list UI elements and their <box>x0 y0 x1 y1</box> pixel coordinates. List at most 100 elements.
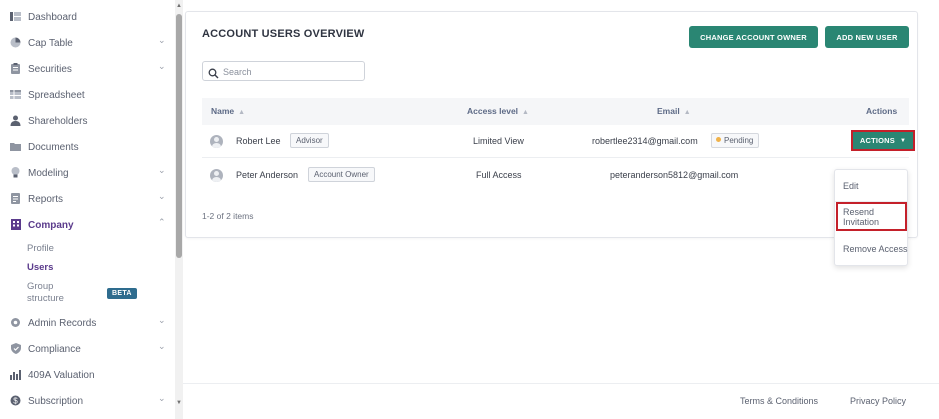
access-level: Limited View <box>473 136 524 146</box>
clipboard-icon <box>10 63 21 74</box>
user-name: Peter Anderson <box>236 170 299 180</box>
sidebar-item-subscription[interactable]: $ Subscription ⌄ <box>0 390 175 412</box>
chart-icon <box>10 369 21 380</box>
sort-icon[interactable]: ▲︎ <box>684 109 691 116</box>
footer-divider <box>183 383 939 384</box>
beta-badge: BETA <box>107 288 137 299</box>
change-account-owner-button[interactable]: CHANGE ACCOUNT OWNER <box>689 26 818 48</box>
sidebar-item-label: Dashboard <box>28 11 77 23</box>
sidebar-subitem-group-structure-line1[interactable]: Group <box>27 281 53 292</box>
column-header-label: Name <box>211 106 235 116</box>
account-users-card: ACCOUNT USERS OVERVIEW CHANGE ACCOUNT OW… <box>185 11 918 266</box>
chevron-down-icon: ⌄ <box>158 341 166 351</box>
sidebar-item-label: Securities <box>28 63 72 75</box>
avatar <box>210 135 223 148</box>
sidebar-item-409a-valuation[interactable]: 409A Valuation <box>0 364 175 386</box>
privacy-link[interactable]: Privacy Policy <box>850 396 906 406</box>
shield-icon <box>10 343 21 354</box>
avatar <box>210 169 223 182</box>
actions-dropdown-menu: Edit Resend Invitation Remove Access <box>834 169 908 266</box>
role-tag: Account Owner <box>308 167 375 182</box>
dashboard-icon <box>10 11 21 22</box>
sidebar-item-company[interactable]: Company ⌃ <box>0 214 175 236</box>
page-title: ACCOUNT USERS OVERVIEW <box>202 28 365 40</box>
sidebar-item-modeling[interactable]: Modeling ⌄ <box>0 162 175 184</box>
sidebar-item-documents[interactable]: Documents <box>0 136 175 158</box>
sidebar-item-shareholders[interactable]: Shareholders <box>0 110 175 132</box>
sort-icon[interactable]: ▲︎ <box>522 109 529 116</box>
chevron-down-icon: ⌄ <box>158 191 166 201</box>
sidebar-subitem-group-structure-line2[interactable]: structure <box>27 293 64 304</box>
building-icon <box>10 219 21 230</box>
sidebar-item-cap-table[interactable]: Cap Table ⌄ <box>0 32 175 54</box>
report-icon <box>10 193 21 204</box>
column-header-access[interactable]: Access level ▲︎ <box>467 106 529 116</box>
search-icon <box>208 66 219 79</box>
sidebar-item-admin-records[interactable]: Admin Records ⌄ <box>0 312 175 334</box>
sidebar-item-label: Compliance <box>28 343 81 355</box>
search-input[interactable] <box>223 64 361 79</box>
sidebar-item-label: 409A Valuation <box>28 369 95 381</box>
gear-icon <box>10 317 21 328</box>
terms-link[interactable]: Terms & Conditions <box>740 396 818 406</box>
pie-chart-icon <box>10 37 21 48</box>
scrollbar-thumb[interactable] <box>176 14 182 258</box>
pending-dot-icon <box>716 137 721 142</box>
table-row: Peter Anderson Account Owner Full Access… <box>202 159 909 192</box>
scroll-down-arrow-icon[interactable]: ▼ <box>175 399 183 407</box>
scroll-up-arrow-icon[interactable]: ▲ <box>175 2 183 10</box>
menu-item-remove-access[interactable]: Remove Access <box>835 234 909 263</box>
sidebar-item-label: Shareholders <box>28 115 88 127</box>
sidebar-item-label: Spreadsheet <box>28 89 85 101</box>
main-content: ACCOUNT USERS OVERVIEW CHANGE ACCOUNT OW… <box>183 0 939 419</box>
person-icon <box>10 115 21 126</box>
table-row: Robert Lee Advisor Limited View robertle… <box>202 125 915 158</box>
user-email: robertlee2314@gmail.com <box>592 136 698 146</box>
sidebar-item-compliance[interactable]: Compliance ⌄ <box>0 338 175 360</box>
sidebar-scrollbar[interactable]: ▲ ▼ <box>175 0 183 419</box>
bulb-icon <box>10 167 21 178</box>
role-tag: Advisor <box>290 133 329 148</box>
column-header-label: Access level <box>467 106 519 116</box>
sidebar-item-label: Cap Table <box>28 37 73 49</box>
sidebar: Dashboard Cap Table ⌄ Securities ⌄ Sprea… <box>0 0 175 419</box>
chevron-down-icon: ⌄ <box>158 315 166 325</box>
sidebar-item-reports[interactable]: Reports ⌄ <box>0 188 175 210</box>
user-name: Robert Lee <box>236 136 281 146</box>
actions-dropdown-button[interactable]: ACTIONS ▼ <box>851 130 915 151</box>
sidebar-item-dashboard[interactable]: Dashboard <box>0 6 175 28</box>
column-header-actions: Actions <box>866 106 898 116</box>
column-header-name[interactable]: Name ▲︎ <box>211 106 245 116</box>
column-header-label: Email <box>657 106 680 116</box>
sort-icon[interactable]: ▲︎ <box>238 109 245 116</box>
actions-label: ACTIONS <box>859 136 895 145</box>
folder-icon <box>10 141 21 152</box>
add-new-user-button[interactable]: ADD NEW USER <box>825 26 909 48</box>
chevron-down-icon: ⌄ <box>158 61 166 71</box>
sidebar-item-label: Company <box>28 219 74 231</box>
dollar-icon: $ <box>10 395 21 406</box>
chevron-down-icon: ⌄ <box>158 165 166 175</box>
sidebar-item-label: Modeling <box>28 167 69 179</box>
menu-item-resend-invitation[interactable]: Resend Invitation <box>836 202 907 231</box>
status-label: Pending <box>724 136 754 145</box>
sidebar-subitem-profile[interactable]: Profile <box>27 243 54 254</box>
status-badge: Pending <box>711 133 760 148</box>
search-box <box>202 61 365 81</box>
menu-item-edit[interactable]: Edit <box>835 171 909 200</box>
caret-down-icon: ▼ <box>900 137 907 144</box>
pagination-summary: 1-2 of 2 items <box>202 211 254 221</box>
column-header-email[interactable]: Email ▲︎ <box>657 106 691 116</box>
sidebar-item-label: Subscription <box>28 395 84 407</box>
sidebar-item-spreadsheet[interactable]: Spreadsheet <box>0 84 175 106</box>
sidebar-subitem-users[interactable]: Users <box>27 262 53 273</box>
table-header: Name ▲︎ Access level ▲︎ Email ▲︎ Actions <box>202 98 909 125</box>
sidebar-item-label: Reports <box>28 193 64 205</box>
chevron-down-icon: ⌄ <box>158 393 166 403</box>
sidebar-item-label: Admin Records <box>28 317 97 329</box>
chevron-down-icon: ⌄ <box>158 35 166 45</box>
user-email: peteranderson5812@gmail.com <box>610 170 739 180</box>
sidebar-item-label: Documents <box>28 141 79 153</box>
sidebar-item-securities[interactable]: Securities ⌄ <box>0 58 175 80</box>
access-level: Full Access <box>476 170 522 180</box>
